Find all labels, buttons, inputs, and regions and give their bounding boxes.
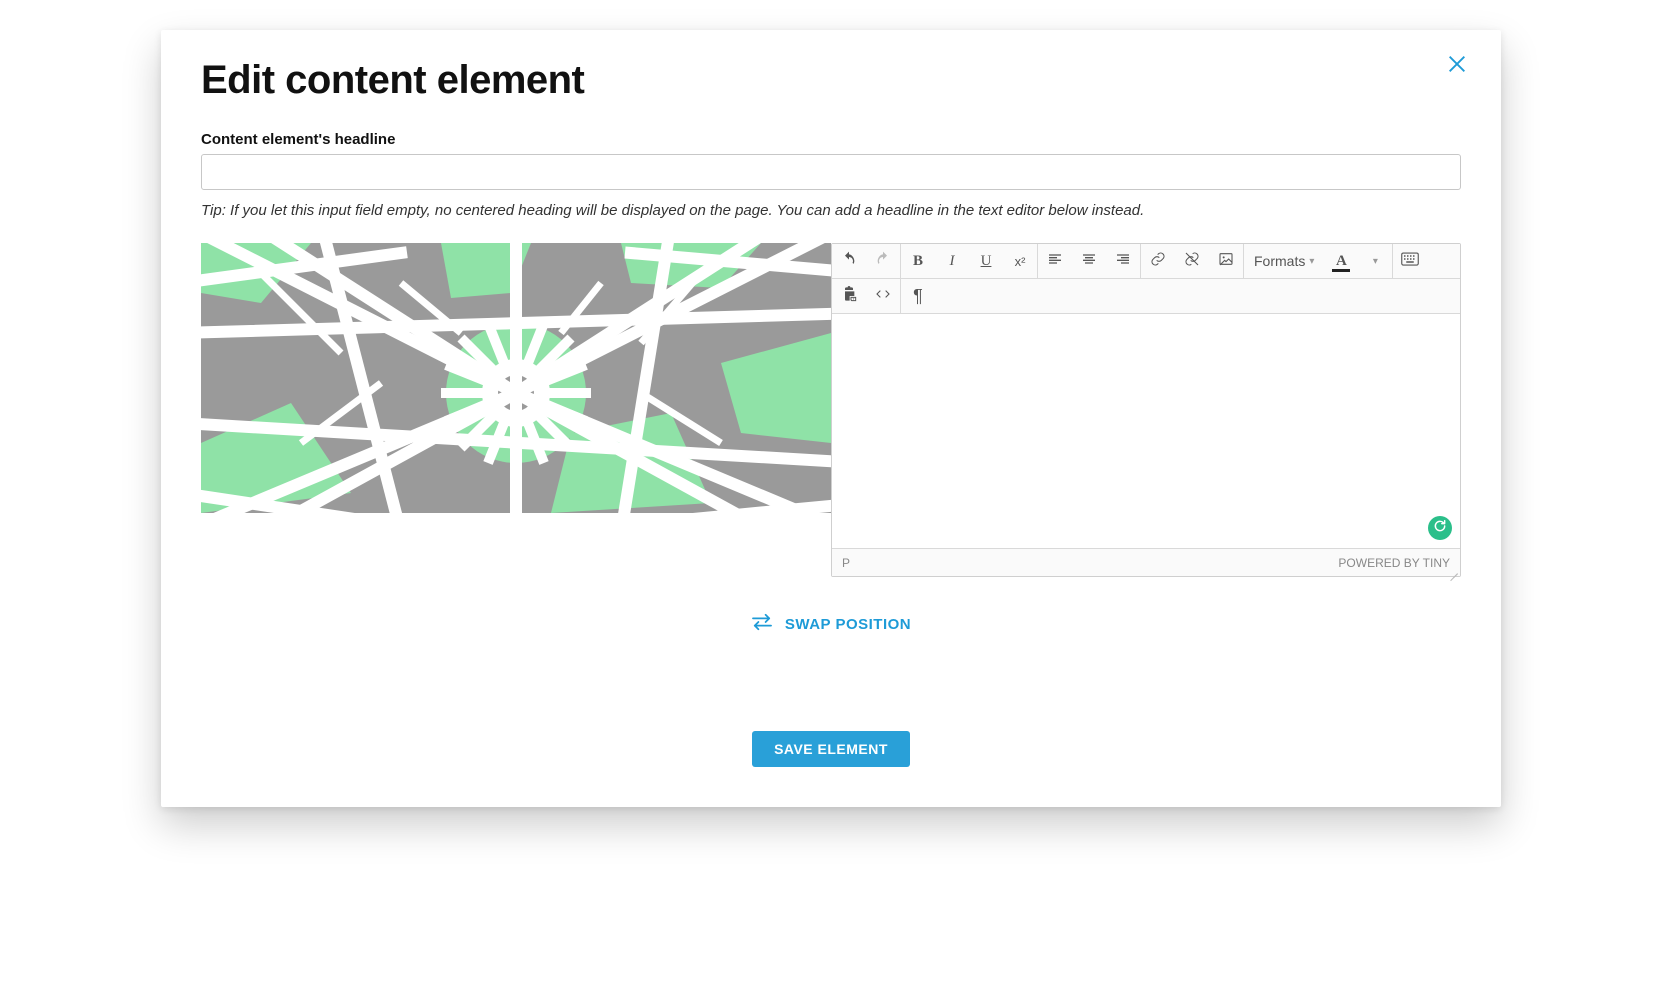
superscript-button[interactable]: x² xyxy=(1003,244,1037,278)
close-button[interactable] xyxy=(1443,52,1471,80)
code-icon xyxy=(875,286,891,306)
align-left-icon xyxy=(1047,251,1063,271)
superscript-icon: x² xyxy=(1015,254,1026,269)
text-color-button[interactable]: A xyxy=(1324,244,1358,278)
save-label: SAVE ELEMENT xyxy=(774,741,888,757)
align-right-icon xyxy=(1115,251,1131,271)
source-code-button[interactable] xyxy=(866,279,900,313)
image-column xyxy=(201,243,831,577)
editor-column: B I U x² xyxy=(831,243,1461,577)
unlink-icon xyxy=(1184,251,1200,271)
headline-input[interactable] xyxy=(201,154,1461,190)
formats-label: Formats xyxy=(1254,253,1305,269)
formats-dropdown[interactable]: Formats ▾ xyxy=(1244,244,1324,278)
swap-icon xyxy=(751,613,773,635)
keyboard-button[interactable] xyxy=(1393,244,1427,278)
swap-row: SWAP POSITION xyxy=(201,607,1461,641)
editor-powered-by: POWERED BY TINY xyxy=(1338,556,1450,570)
underline-icon: U xyxy=(981,253,992,270)
redo-button[interactable] xyxy=(866,244,900,278)
text-color-menu-button[interactable]: ▾ xyxy=(1358,244,1392,278)
align-center-icon xyxy=(1081,251,1097,271)
underline-button[interactable]: U xyxy=(969,244,1003,278)
editor-body[interactable] xyxy=(832,314,1460,548)
link-button[interactable] xyxy=(1141,244,1175,278)
text-color-icon: A xyxy=(1332,253,1350,270)
italic-icon: I xyxy=(950,253,955,270)
chevron-down-icon: ▾ xyxy=(1373,256,1378,267)
headline-label: Content element's headline xyxy=(201,131,1461,148)
paste-text-icon: T xyxy=(841,286,857,306)
unlink-button[interactable] xyxy=(1175,244,1209,278)
image-icon xyxy=(1218,251,1234,271)
content-row: B I U x² xyxy=(201,243,1461,577)
chevron-down-icon: ▾ xyxy=(1309,256,1314,267)
align-right-button[interactable] xyxy=(1106,244,1140,278)
redo-icon xyxy=(875,251,891,271)
italic-button[interactable]: I xyxy=(935,244,969,278)
rich-text-editor: B I U x² xyxy=(831,243,1461,577)
align-left-button[interactable] xyxy=(1038,244,1072,278)
undo-button[interactable] xyxy=(832,244,866,278)
placeholder-map-image[interactable] xyxy=(201,243,831,513)
save-row: SAVE ELEMENT xyxy=(201,731,1461,767)
editor-toolbar-row2: T ¶ xyxy=(832,279,1460,314)
align-center-button[interactable] xyxy=(1072,244,1106,278)
editor-toolbar-row1: B I U x² xyxy=(832,244,1460,279)
modal-title: Edit content element xyxy=(201,58,1461,103)
grammarly-badge[interactable] xyxy=(1428,516,1452,540)
resize-handle[interactable] xyxy=(1448,564,1458,574)
keyboard-icon xyxy=(1401,252,1419,270)
pilcrow-icon: ¶ xyxy=(913,286,923,307)
edit-content-modal: Edit content element Content element's h… xyxy=(161,30,1501,807)
editor-footer: P POWERED BY TINY xyxy=(832,548,1460,576)
editor-path: P xyxy=(842,556,850,570)
swap-label: SWAP POSITION xyxy=(785,616,911,633)
bold-button[interactable]: B xyxy=(901,244,935,278)
paragraph-button[interactable]: ¶ xyxy=(901,279,935,313)
undo-icon xyxy=(841,251,857,271)
bold-icon: B xyxy=(913,253,923,270)
swap-position-button[interactable]: SWAP POSITION xyxy=(741,607,921,641)
paste-text-button[interactable]: T xyxy=(832,279,866,313)
save-element-button[interactable]: SAVE ELEMENT xyxy=(752,731,910,767)
headline-tip: Tip: If you let this input field empty, … xyxy=(201,202,1461,219)
grammarly-icon xyxy=(1433,519,1447,538)
image-button[interactable] xyxy=(1209,244,1243,278)
close-icon xyxy=(1446,53,1468,80)
link-icon xyxy=(1150,251,1166,271)
